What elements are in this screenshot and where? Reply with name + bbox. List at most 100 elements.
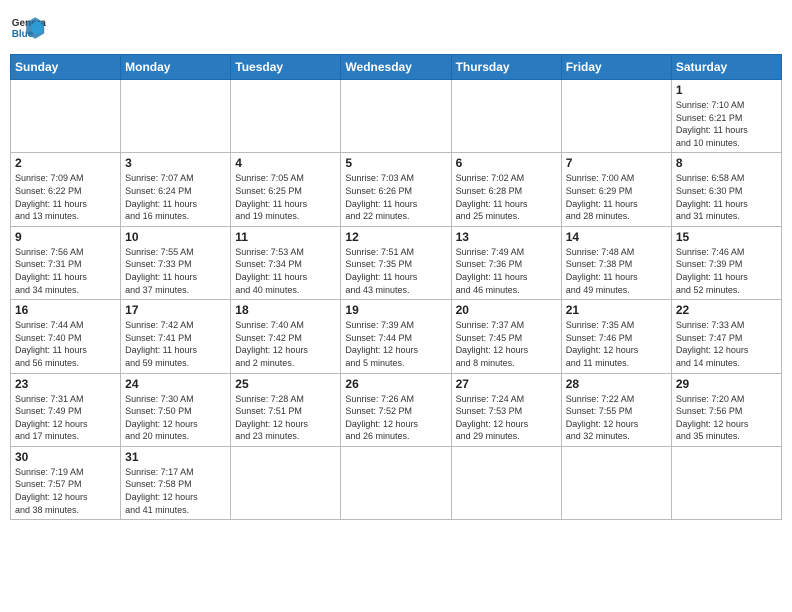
day-info: Sunrise: 7:48 AM Sunset: 7:38 PM Dayligh… xyxy=(566,246,667,296)
day-number: 15 xyxy=(676,230,777,244)
logo: General Blue xyxy=(10,10,46,46)
calendar-cell: 26 Sunrise: 7:26 AM Sunset: 7:52 PM Dayli… xyxy=(341,373,451,446)
day-info: Sunrise: 7:56 AM Sunset: 7:31 PM Dayligh… xyxy=(15,246,116,296)
header-sunday: Sunday xyxy=(11,55,121,80)
day-number: 27 xyxy=(456,377,557,391)
day-info: Sunrise: 7:35 AM Sunset: 7:46 PM Dayligh… xyxy=(566,319,667,369)
calendar-cell: 3Sunrise: 7:07 AM Sunset: 6:24 PM Daylig… xyxy=(121,153,231,226)
calendar-cell xyxy=(671,446,781,519)
calendar-cell: 22Sunrise: 7:33 AM Sunset: 7:47 PM Dayli… xyxy=(671,300,781,373)
calendar-week-row: 23 Sunrise: 7:31 AM Sunset: 7:49 PM Dayli… xyxy=(11,373,782,446)
day-number: 11 xyxy=(235,230,336,244)
day-number: 30 xyxy=(15,450,116,464)
calendar-cell xyxy=(451,80,561,153)
day-number: 3 xyxy=(125,156,226,170)
calendar-cell: 30 Sunrise: 7:19 AM Sunset: 7:57 PM Dayli… xyxy=(11,446,121,519)
calendar-cell: 19Sunrise: 7:39 AM Sunset: 7:44 PM Dayli… xyxy=(341,300,451,373)
day-info: Sunrise: 7:10 AM Sunset: 6:21 PM Dayligh… xyxy=(676,99,777,149)
page-header: General Blue xyxy=(10,10,782,46)
calendar-cell: 7Sunrise: 7:00 AM Sunset: 6:29 PM Daylig… xyxy=(561,153,671,226)
day-info: Sunrise: 7:22 AM Sunset: 7:55 PM Dayligh… xyxy=(566,393,667,443)
header-wednesday: Wednesday xyxy=(341,55,451,80)
day-info: Sunrise: 7:28 AM Sunset: 7:51 PM Dayligh… xyxy=(235,393,336,443)
day-info: Sunrise: 7:26 AM Sunset: 7:52 PM Dayligh… xyxy=(345,393,446,443)
day-number: 20 xyxy=(456,303,557,317)
calendar-cell: 31 Sunrise: 7:17 AM Sunset: 7:58 PM Dayli… xyxy=(121,446,231,519)
calendar-cell: 6 Sunrise: 7:02 AM Sunset: 6:28 PM Daylig… xyxy=(451,153,561,226)
day-number: 8 xyxy=(676,156,777,170)
day-number: 29 xyxy=(676,377,777,391)
calendar-cell: 12Sunrise: 7:51 AM Sunset: 7:35 PM Dayli… xyxy=(341,226,451,299)
calendar-cell: 5 Sunrise: 7:03 AM Sunset: 6:26 PM Daylig… xyxy=(341,153,451,226)
calendar-cell: 2 Sunrise: 7:09 AM Sunset: 6:22 PM Daylig… xyxy=(11,153,121,226)
day-info: Sunrise: 7:31 AM Sunset: 7:49 PM Dayligh… xyxy=(15,393,116,443)
day-number: 25 xyxy=(235,377,336,391)
day-info: Sunrise: 7:44 AM Sunset: 7:40 PM Dayligh… xyxy=(15,319,116,369)
day-number: 24 xyxy=(125,377,226,391)
day-info: Sunrise: 7:17 AM Sunset: 7:58 PM Dayligh… xyxy=(125,466,226,516)
day-number: 5 xyxy=(345,156,446,170)
day-info: Sunrise: 7:02 AM Sunset: 6:28 PM Dayligh… xyxy=(456,172,557,222)
header-monday: Monday xyxy=(121,55,231,80)
calendar-cell: 17Sunrise: 7:42 AM Sunset: 7:41 PM Dayli… xyxy=(121,300,231,373)
calendar-week-row: 2 Sunrise: 7:09 AM Sunset: 6:22 PM Daylig… xyxy=(11,153,782,226)
calendar-header-row: Sunday Monday Tuesday Wednesday Thursday… xyxy=(11,55,782,80)
day-number: 18 xyxy=(235,303,336,317)
calendar-week-row: 9Sunrise: 7:56 AM Sunset: 7:31 PM Daylig… xyxy=(11,226,782,299)
day-info: Sunrise: 7:49 AM Sunset: 7:36 PM Dayligh… xyxy=(456,246,557,296)
calendar-week-row: 16 Sunrise: 7:44 AM Sunset: 7:40 PM Dayli… xyxy=(11,300,782,373)
day-info: Sunrise: 7:05 AM Sunset: 6:25 PM Dayligh… xyxy=(235,172,336,222)
calendar-cell xyxy=(451,446,561,519)
day-info: Sunrise: 7:37 AM Sunset: 7:45 PM Dayligh… xyxy=(456,319,557,369)
day-info: Sunrise: 7:42 AM Sunset: 7:41 PM Dayligh… xyxy=(125,319,226,369)
day-number: 1 xyxy=(676,83,777,97)
calendar-cell: 14 Sunrise: 7:48 AM Sunset: 7:38 PM Dayli… xyxy=(561,226,671,299)
calendar-cell: 23 Sunrise: 7:31 AM Sunset: 7:49 PM Dayli… xyxy=(11,373,121,446)
header-tuesday: Tuesday xyxy=(231,55,341,80)
calendar-cell: 11 Sunrise: 7:53 AM Sunset: 7:34 PM Dayli… xyxy=(231,226,341,299)
calendar-cell: 25 Sunrise: 7:28 AM Sunset: 7:51 PM Dayli… xyxy=(231,373,341,446)
day-info: Sunrise: 7:46 AM Sunset: 7:39 PM Dayligh… xyxy=(676,246,777,296)
day-number: 12 xyxy=(345,230,446,244)
calendar-week-row: 1 Sunrise: 7:10 AM Sunset: 6:21 PM Daylig… xyxy=(11,80,782,153)
day-number: 26 xyxy=(345,377,446,391)
calendar-cell: 8 Sunrise: 6:58 AM Sunset: 6:30 PM Daylig… xyxy=(671,153,781,226)
generalblue-logo-icon: General Blue xyxy=(10,10,46,46)
calendar-cell: 1 Sunrise: 7:10 AM Sunset: 6:21 PM Daylig… xyxy=(671,80,781,153)
day-number: 31 xyxy=(125,450,226,464)
calendar-cell: 27Sunrise: 7:24 AM Sunset: 7:53 PM Dayli… xyxy=(451,373,561,446)
calendar-week-row: 30 Sunrise: 7:19 AM Sunset: 7:57 PM Dayli… xyxy=(11,446,782,519)
calendar-cell xyxy=(561,446,671,519)
calendar-cell xyxy=(121,80,231,153)
calendar-cell: 28 Sunrise: 7:22 AM Sunset: 7:55 PM Dayli… xyxy=(561,373,671,446)
day-number: 16 xyxy=(15,303,116,317)
day-info: Sunrise: 6:58 AM Sunset: 6:30 PM Dayligh… xyxy=(676,172,777,222)
calendar-cell xyxy=(231,446,341,519)
calendar-cell: 21 Sunrise: 7:35 AM Sunset: 7:46 PM Dayli… xyxy=(561,300,671,373)
day-info: Sunrise: 7:19 AM Sunset: 7:57 PM Dayligh… xyxy=(15,466,116,516)
calendar-cell xyxy=(11,80,121,153)
header-friday: Friday xyxy=(561,55,671,80)
day-number: 7 xyxy=(566,156,667,170)
calendar-cell xyxy=(231,80,341,153)
day-number: 2 xyxy=(15,156,116,170)
day-info: Sunrise: 7:33 AM Sunset: 7:47 PM Dayligh… xyxy=(676,319,777,369)
day-number: 6 xyxy=(456,156,557,170)
day-number: 21 xyxy=(566,303,667,317)
day-number: 14 xyxy=(566,230,667,244)
day-info: Sunrise: 7:03 AM Sunset: 6:26 PM Dayligh… xyxy=(345,172,446,222)
day-info: Sunrise: 7:55 AM Sunset: 7:33 PM Dayligh… xyxy=(125,246,226,296)
calendar-cell: 9Sunrise: 7:56 AM Sunset: 7:31 PM Daylig… xyxy=(11,226,121,299)
header-saturday: Saturday xyxy=(671,55,781,80)
day-info: Sunrise: 7:53 AM Sunset: 7:34 PM Dayligh… xyxy=(235,246,336,296)
day-info: Sunrise: 7:09 AM Sunset: 6:22 PM Dayligh… xyxy=(15,172,116,222)
calendar-cell xyxy=(561,80,671,153)
calendar-cell: 15 Sunrise: 7:46 AM Sunset: 7:39 PM Dayli… xyxy=(671,226,781,299)
day-number: 28 xyxy=(566,377,667,391)
day-number: 23 xyxy=(15,377,116,391)
calendar-cell: 18Sunrise: 7:40 AM Sunset: 7:42 PM Dayli… xyxy=(231,300,341,373)
calendar-cell: 10Sunrise: 7:55 AM Sunset: 7:33 PM Dayli… xyxy=(121,226,231,299)
day-info: Sunrise: 7:20 AM Sunset: 7:56 PM Dayligh… xyxy=(676,393,777,443)
calendar-cell: 29 Sunrise: 7:20 AM Sunset: 7:56 PM Dayli… xyxy=(671,373,781,446)
day-info: Sunrise: 7:39 AM Sunset: 7:44 PM Dayligh… xyxy=(345,319,446,369)
